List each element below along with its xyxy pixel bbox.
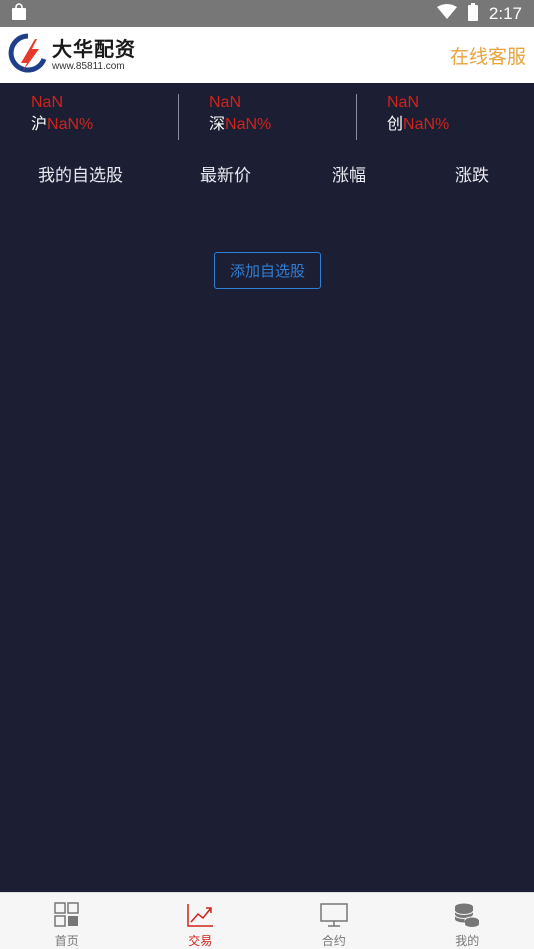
wifi-icon [436, 3, 457, 24]
add-watchlist-button[interactable]: 添加自选股 [214, 252, 321, 289]
watchlist-column-header: 我的自选股 最新价 涨幅 涨跌 [0, 150, 534, 194]
index-shanghai[interactable]: NaN 沪NaN% [0, 83, 178, 149]
index-name: 创 [387, 114, 404, 133]
battery-icon [467, 2, 479, 25]
column-change-percent[interactable]: 涨幅 [332, 161, 366, 186]
index-chinext[interactable]: NaN 创NaN% [356, 83, 534, 149]
index-shenzhen[interactable]: NaN 深NaN% [178, 83, 356, 149]
online-service-link[interactable]: 在线客服 [450, 42, 526, 69]
monitor-icon [320, 901, 348, 928]
index-name: 深 [209, 114, 226, 133]
nav-contract[interactable]: 合约 [267, 893, 401, 949]
nav-label: 合约 [321, 934, 346, 948]
grid-icon [53, 901, 81, 928]
status-right: 2:17 [436, 2, 522, 25]
bottom-nav: 首页 交易 合约 我的 [0, 892, 534, 949]
index-value: NaN [209, 94, 242, 111]
nav-label: 交易 [188, 934, 213, 948]
market-index-strip: NaN 沪NaN% NaN 深NaN% NaN 创NaN% [0, 83, 534, 149]
nav-label: 首页 [54, 934, 79, 948]
status-bar: 2:17 [0, 0, 534, 27]
column-latest-price[interactable]: 最新价 [200, 161, 251, 186]
logo-title: 大华配资 [52, 36, 136, 61]
nav-trade[interactable]: 交易 [134, 893, 268, 949]
index-percent: NaN% [403, 116, 450, 133]
status-time: 2:17 [488, 3, 522, 23]
logo-text: 大华配资 www.85811.com [52, 39, 136, 72]
index-percent: NaN% [47, 116, 94, 133]
logo-url: www.85811.com [52, 60, 125, 72]
app-header: 大华配资 www.85811.com 在线客服 [0, 27, 534, 83]
logo: 大华配资 www.85811.com [8, 33, 136, 77]
index-name: 沪 [31, 114, 48, 133]
chart-trend-icon [186, 901, 214, 928]
nav-home[interactable]: 首页 [0, 893, 134, 949]
index-percent: NaN% [225, 116, 272, 133]
shopping-bag-icon [10, 2, 28, 25]
column-my-stocks: 我的自选股 [38, 166, 123, 186]
logo-mark-icon [8, 33, 48, 77]
nav-label: 我的 [455, 934, 480, 948]
coins-stack-icon [453, 901, 481, 928]
index-value: NaN [31, 94, 64, 111]
nav-mine[interactable]: 我的 [401, 893, 534, 949]
index-value: NaN [387, 94, 420, 111]
column-change[interactable]: 涨跌 [455, 161, 489, 186]
